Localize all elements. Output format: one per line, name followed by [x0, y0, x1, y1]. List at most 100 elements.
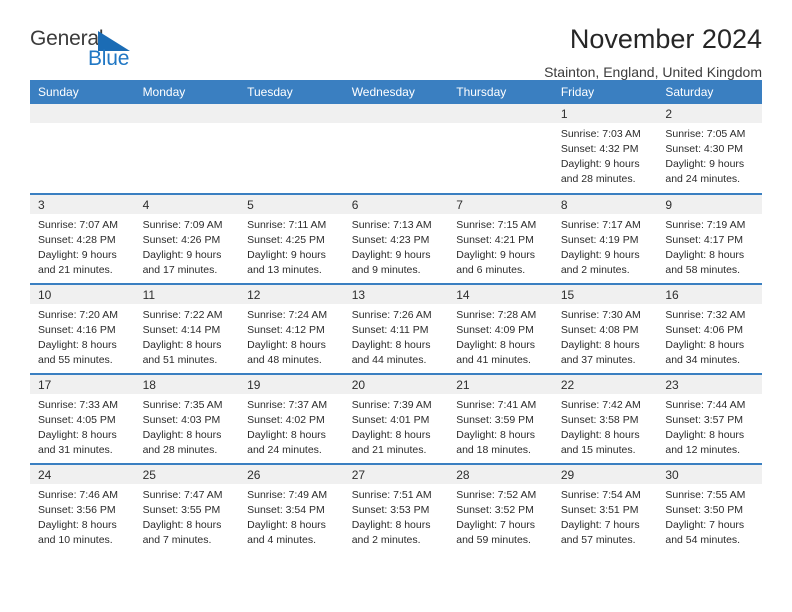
general-blue-logo[interactable]: General Blue	[30, 24, 160, 72]
daylight-duration-line2: and 24 minutes.	[665, 172, 741, 185]
calendar-day-cell[interactable]: 19 Sunrise: 7:37 AM Sunset: 4:02 PM Dayligh…	[239, 373, 344, 464]
day-number: 14	[448, 285, 553, 304]
daylight-duration-line1: Daylight: 8 hours	[142, 518, 222, 531]
calendar-day-cell[interactable]: 8 Sunrise: 7:17 AM Sunset: 4:19 PM Daylight…	[552, 193, 658, 284]
calendar-day-cell-empty	[448, 104, 553, 194]
calendar-day-cell[interactable]: 18 Sunrise: 7:35 AM Sunset: 4:03 PM Dayligh…	[134, 373, 240, 464]
calendar-week-row: 24 Sunrise: 7:46 AM Sunset: 3:56 PM Dayligh…	[30, 463, 762, 554]
day-number: 17	[30, 375, 135, 394]
calendar-day-cell[interactable]: 28 Sunrise: 7:52 AM Sunset: 3:52 PM Dayligh…	[448, 463, 553, 554]
page-title: November 2024	[569, 24, 762, 54]
calendar-day-cell[interactable]: 2 Sunrise: 7:05 AM Sunset: 4:30 PM Daylight…	[657, 104, 762, 194]
sunset-time: Sunset: 3:50 PM	[665, 503, 744, 516]
weekday-header-monday: Monday	[134, 80, 240, 104]
sunrise-time: Sunrise: 7:28 AM	[456, 309, 537, 321]
day-details: Sunrise: 7:49 AM Sunset: 3:54 PM Daylight:…	[239, 484, 344, 548]
sunrise-time: Sunrise: 7:22 AM	[142, 309, 223, 321]
sunset-time: Sunset: 4:16 PM	[38, 323, 116, 336]
daylight-duration-line1: Daylight: 7 hours	[665, 518, 745, 531]
sunrise-time: Sunrise: 7:54 AM	[560, 489, 641, 501]
day-number: 5	[239, 195, 344, 214]
calendar-day-cell[interactable]: 5 Sunrise: 7:11 AM Sunset: 4:25 PM Daylight…	[239, 193, 344, 284]
sunset-time: Sunset: 4:30 PM	[665, 142, 744, 155]
daylight-duration-line1: Daylight: 9 hours	[665, 157, 745, 170]
sunset-time: Sunset: 4:28 PM	[38, 233, 116, 246]
logo-word-blue: Blue	[88, 47, 130, 70]
sunrise-time: Sunrise: 7:09 AM	[142, 219, 223, 231]
calendar-day-cell[interactable]: 27 Sunrise: 7:51 AM Sunset: 3:53 PM Dayligh…	[343, 463, 449, 554]
calendar-day-cell-empty	[30, 104, 135, 194]
calendar-day-cell[interactable]: 23 Sunrise: 7:44 AM Sunset: 3:57 PM Dayligh…	[657, 373, 762, 464]
calendar-day-cell[interactable]: 1 Sunrise: 7:03 AM Sunset: 4:32 PM Daylight…	[552, 104, 658, 194]
daylight-duration-line1: Daylight: 9 hours	[560, 248, 640, 261]
sunset-time: Sunset: 3:51 PM	[560, 503, 639, 516]
calendar-week-row: 17 Sunrise: 7:33 AM Sunset: 4:05 PM Dayligh…	[30, 373, 762, 464]
sunset-time: Sunset: 4:12 PM	[247, 323, 325, 336]
location-subtitle: Stainton, England, United Kingdom	[544, 64, 762, 81]
sunrise-time: Sunrise: 7:05 AM	[665, 128, 746, 140]
day-details: Sunrise: 7:11 AM Sunset: 4:25 PM Daylight:…	[239, 214, 344, 278]
calendar-day-cell[interactable]: 9 Sunrise: 7:19 AM Sunset: 4:17 PM Daylight…	[657, 193, 762, 284]
sunset-time: Sunset: 4:01 PM	[351, 413, 430, 426]
calendar-day-cell[interactable]: 26 Sunrise: 7:49 AM Sunset: 3:54 PM Dayligh…	[239, 463, 344, 554]
daylight-duration-line1: Daylight: 7 hours	[456, 518, 536, 531]
sunrise-time: Sunrise: 7:07 AM	[38, 219, 118, 231]
day-number: 21	[448, 375, 553, 394]
day-details: Sunrise: 7:44 AM Sunset: 3:57 PM Daylight:…	[657, 394, 762, 458]
weekday-header-saturday: Saturday	[657, 80, 762, 104]
day-number: 18	[134, 375, 240, 394]
daylight-duration-line1: Daylight: 8 hours	[351, 518, 431, 531]
sunrise-time: Sunrise: 7:49 AM	[247, 489, 328, 501]
calendar-day-cell[interactable]: 22 Sunrise: 7:42 AM Sunset: 3:58 PM Dayligh…	[552, 373, 658, 464]
calendar-week-row: 10 Sunrise: 7:20 AM Sunset: 4:16 PM Dayligh…	[30, 283, 762, 374]
calendar-day-cell[interactable]: 21 Sunrise: 7:41 AM Sunset: 3:59 PM Dayligh…	[448, 373, 553, 464]
calendar-day-cell[interactable]: 17 Sunrise: 7:33 AM Sunset: 4:05 PM Dayligh…	[30, 373, 135, 464]
day-number: 12	[239, 285, 344, 304]
daylight-duration-line2: and 15 minutes.	[560, 443, 636, 456]
calendar-day-cell[interactable]: 3 Sunrise: 7:07 AM Sunset: 4:28 PM Daylight…	[30, 193, 135, 284]
day-number: 22	[552, 375, 658, 394]
calendar-day-cell[interactable]: 7 Sunrise: 7:15 AM Sunset: 4:21 PM Daylight…	[448, 193, 553, 284]
calendar-day-cell[interactable]: 16 Sunrise: 7:32 AM Sunset: 4:06 PM Dayligh…	[657, 283, 762, 374]
daylight-duration-line2: and 28 minutes.	[560, 172, 636, 185]
calendar-day-cell[interactable]: 20 Sunrise: 7:39 AM Sunset: 4:01 PM Dayligh…	[343, 373, 449, 464]
weekday-header-thursday: Thursday	[448, 80, 553, 104]
calendar-day-cell[interactable]: 11 Sunrise: 7:22 AM Sunset: 4:14 PM Dayligh…	[134, 283, 240, 374]
day-details: Sunrise: 7:19 AM Sunset: 4:17 PM Daylight:…	[657, 214, 762, 278]
sunset-time: Sunset: 3:58 PM	[560, 413, 639, 426]
calendar-day-cell[interactable]: 14 Sunrise: 7:28 AM Sunset: 4:09 PM Dayligh…	[448, 283, 553, 374]
calendar-day-cell[interactable]: 13 Sunrise: 7:26 AM Sunset: 4:11 PM Dayligh…	[343, 283, 449, 374]
sunrise-time: Sunrise: 7:55 AM	[665, 489, 746, 501]
daylight-duration-line2: and 10 minutes.	[38, 533, 113, 546]
day-number: 13	[343, 285, 449, 304]
calendar-day-cell[interactable]: 4 Sunrise: 7:09 AM Sunset: 4:26 PM Daylight…	[134, 193, 240, 284]
daylight-duration-line1: Daylight: 8 hours	[142, 338, 222, 351]
daylight-duration-line2: and 12 minutes.	[665, 443, 741, 456]
calendar-day-cell[interactable]: 15 Sunrise: 7:30 AM Sunset: 4:08 PM Dayligh…	[552, 283, 658, 374]
calendar-day-cell[interactable]: 24 Sunrise: 7:46 AM Sunset: 3:56 PM Dayligh…	[30, 463, 135, 554]
day-details: Sunrise: 7:07 AM Sunset: 4:28 PM Daylight:…	[30, 214, 135, 278]
daylight-duration-line2: and 2 minutes.	[351, 533, 421, 546]
weekday-header-wednesday: Wednesday	[343, 80, 449, 104]
daylight-duration-line1: Daylight: 8 hours	[351, 428, 431, 441]
calendar-day-cell[interactable]: 25 Sunrise: 7:47 AM Sunset: 3:55 PM Dayligh…	[134, 463, 240, 554]
sunrise-time: Sunrise: 7:13 AM	[351, 219, 432, 231]
day-number: 4	[134, 195, 240, 214]
sunset-time: Sunset: 3:55 PM	[142, 503, 221, 516]
calendar-day-cell[interactable]: 29 Sunrise: 7:54 AM Sunset: 3:51 PM Dayligh…	[552, 463, 658, 554]
daylight-duration-line1: Daylight: 8 hours	[665, 248, 745, 261]
sunset-time: Sunset: 4:17 PM	[665, 233, 744, 246]
day-number: 29	[552, 465, 658, 484]
sunset-time: Sunset: 4:11 PM	[351, 323, 429, 336]
sunset-time: Sunset: 3:54 PM	[247, 503, 325, 516]
day-number: 3	[30, 195, 135, 214]
sunrise-time: Sunrise: 7:32 AM	[665, 309, 746, 321]
sunset-time: Sunset: 4:14 PM	[142, 323, 221, 336]
day-details: Sunrise: 7:41 AM Sunset: 3:59 PM Daylight:…	[448, 394, 553, 458]
calendar-day-cell[interactable]: 10 Sunrise: 7:20 AM Sunset: 4:16 PM Dayligh…	[30, 283, 135, 374]
calendar-day-cell[interactable]: 30 Sunrise: 7:55 AM Sunset: 3:50 PM Dayligh…	[657, 463, 762, 554]
calendar-body: 1 Sunrise: 7:03 AM Sunset: 4:32 PM Daylight…	[30, 104, 762, 554]
calendar-day-cell[interactable]: 6 Sunrise: 7:13 AM Sunset: 4:23 PM Daylight…	[343, 193, 449, 284]
daylight-duration-line2: and 51 minutes.	[142, 353, 218, 366]
calendar-day-cell[interactable]: 12 Sunrise: 7:24 AM Sunset: 4:12 PM Dayligh…	[239, 283, 344, 374]
